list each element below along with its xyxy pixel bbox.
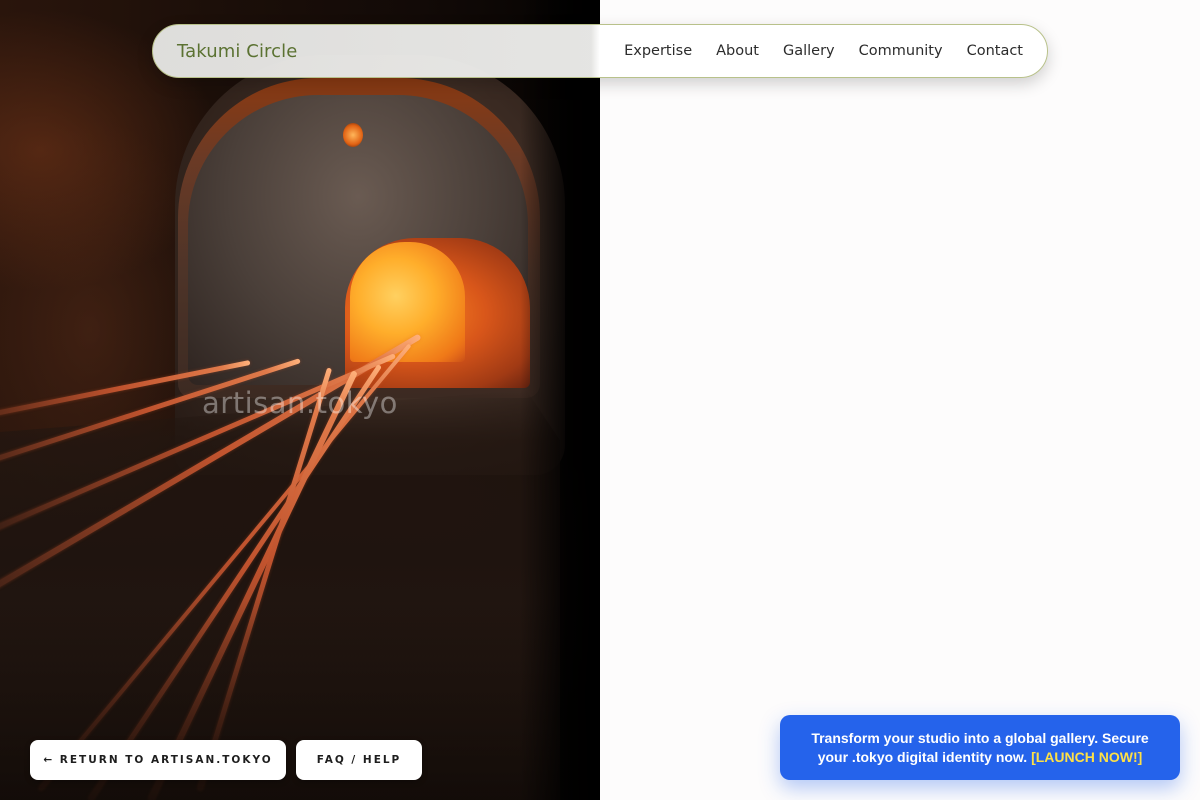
promo-text: Transform your studio into a global gall… [800,729,1160,767]
kiln-port-glow [343,123,363,147]
promo-banner[interactable]: Transform your studio into a global gall… [780,715,1180,780]
return-button[interactable]: ← RETURN TO ARTISAN.TOKYO [30,740,286,780]
nav-link-contact[interactable]: Contact [967,43,1023,59]
hero-photo: artisan.tokyo [0,0,600,800]
nav-link-community[interactable]: Community [859,43,943,59]
domain-wordmark: artisan.tokyo [202,386,398,420]
faq-help-button[interactable]: FAQ / HELP [296,740,422,780]
brand-logo-text[interactable]: Takumi Circle [177,41,297,62]
nav-link-expertise[interactable]: Expertise [624,43,692,59]
edge-shadow [520,0,600,800]
top-navbar: Takumi Circle Expertise About Gallery Co… [152,24,1048,78]
promo-cta[interactable]: [LAUNCH NOW!] [1031,749,1142,765]
nav-link-gallery[interactable]: Gallery [783,43,835,59]
nav-links: Expertise About Gallery Community Contac… [624,43,1023,59]
nav-link-about[interactable]: About [716,43,759,59]
